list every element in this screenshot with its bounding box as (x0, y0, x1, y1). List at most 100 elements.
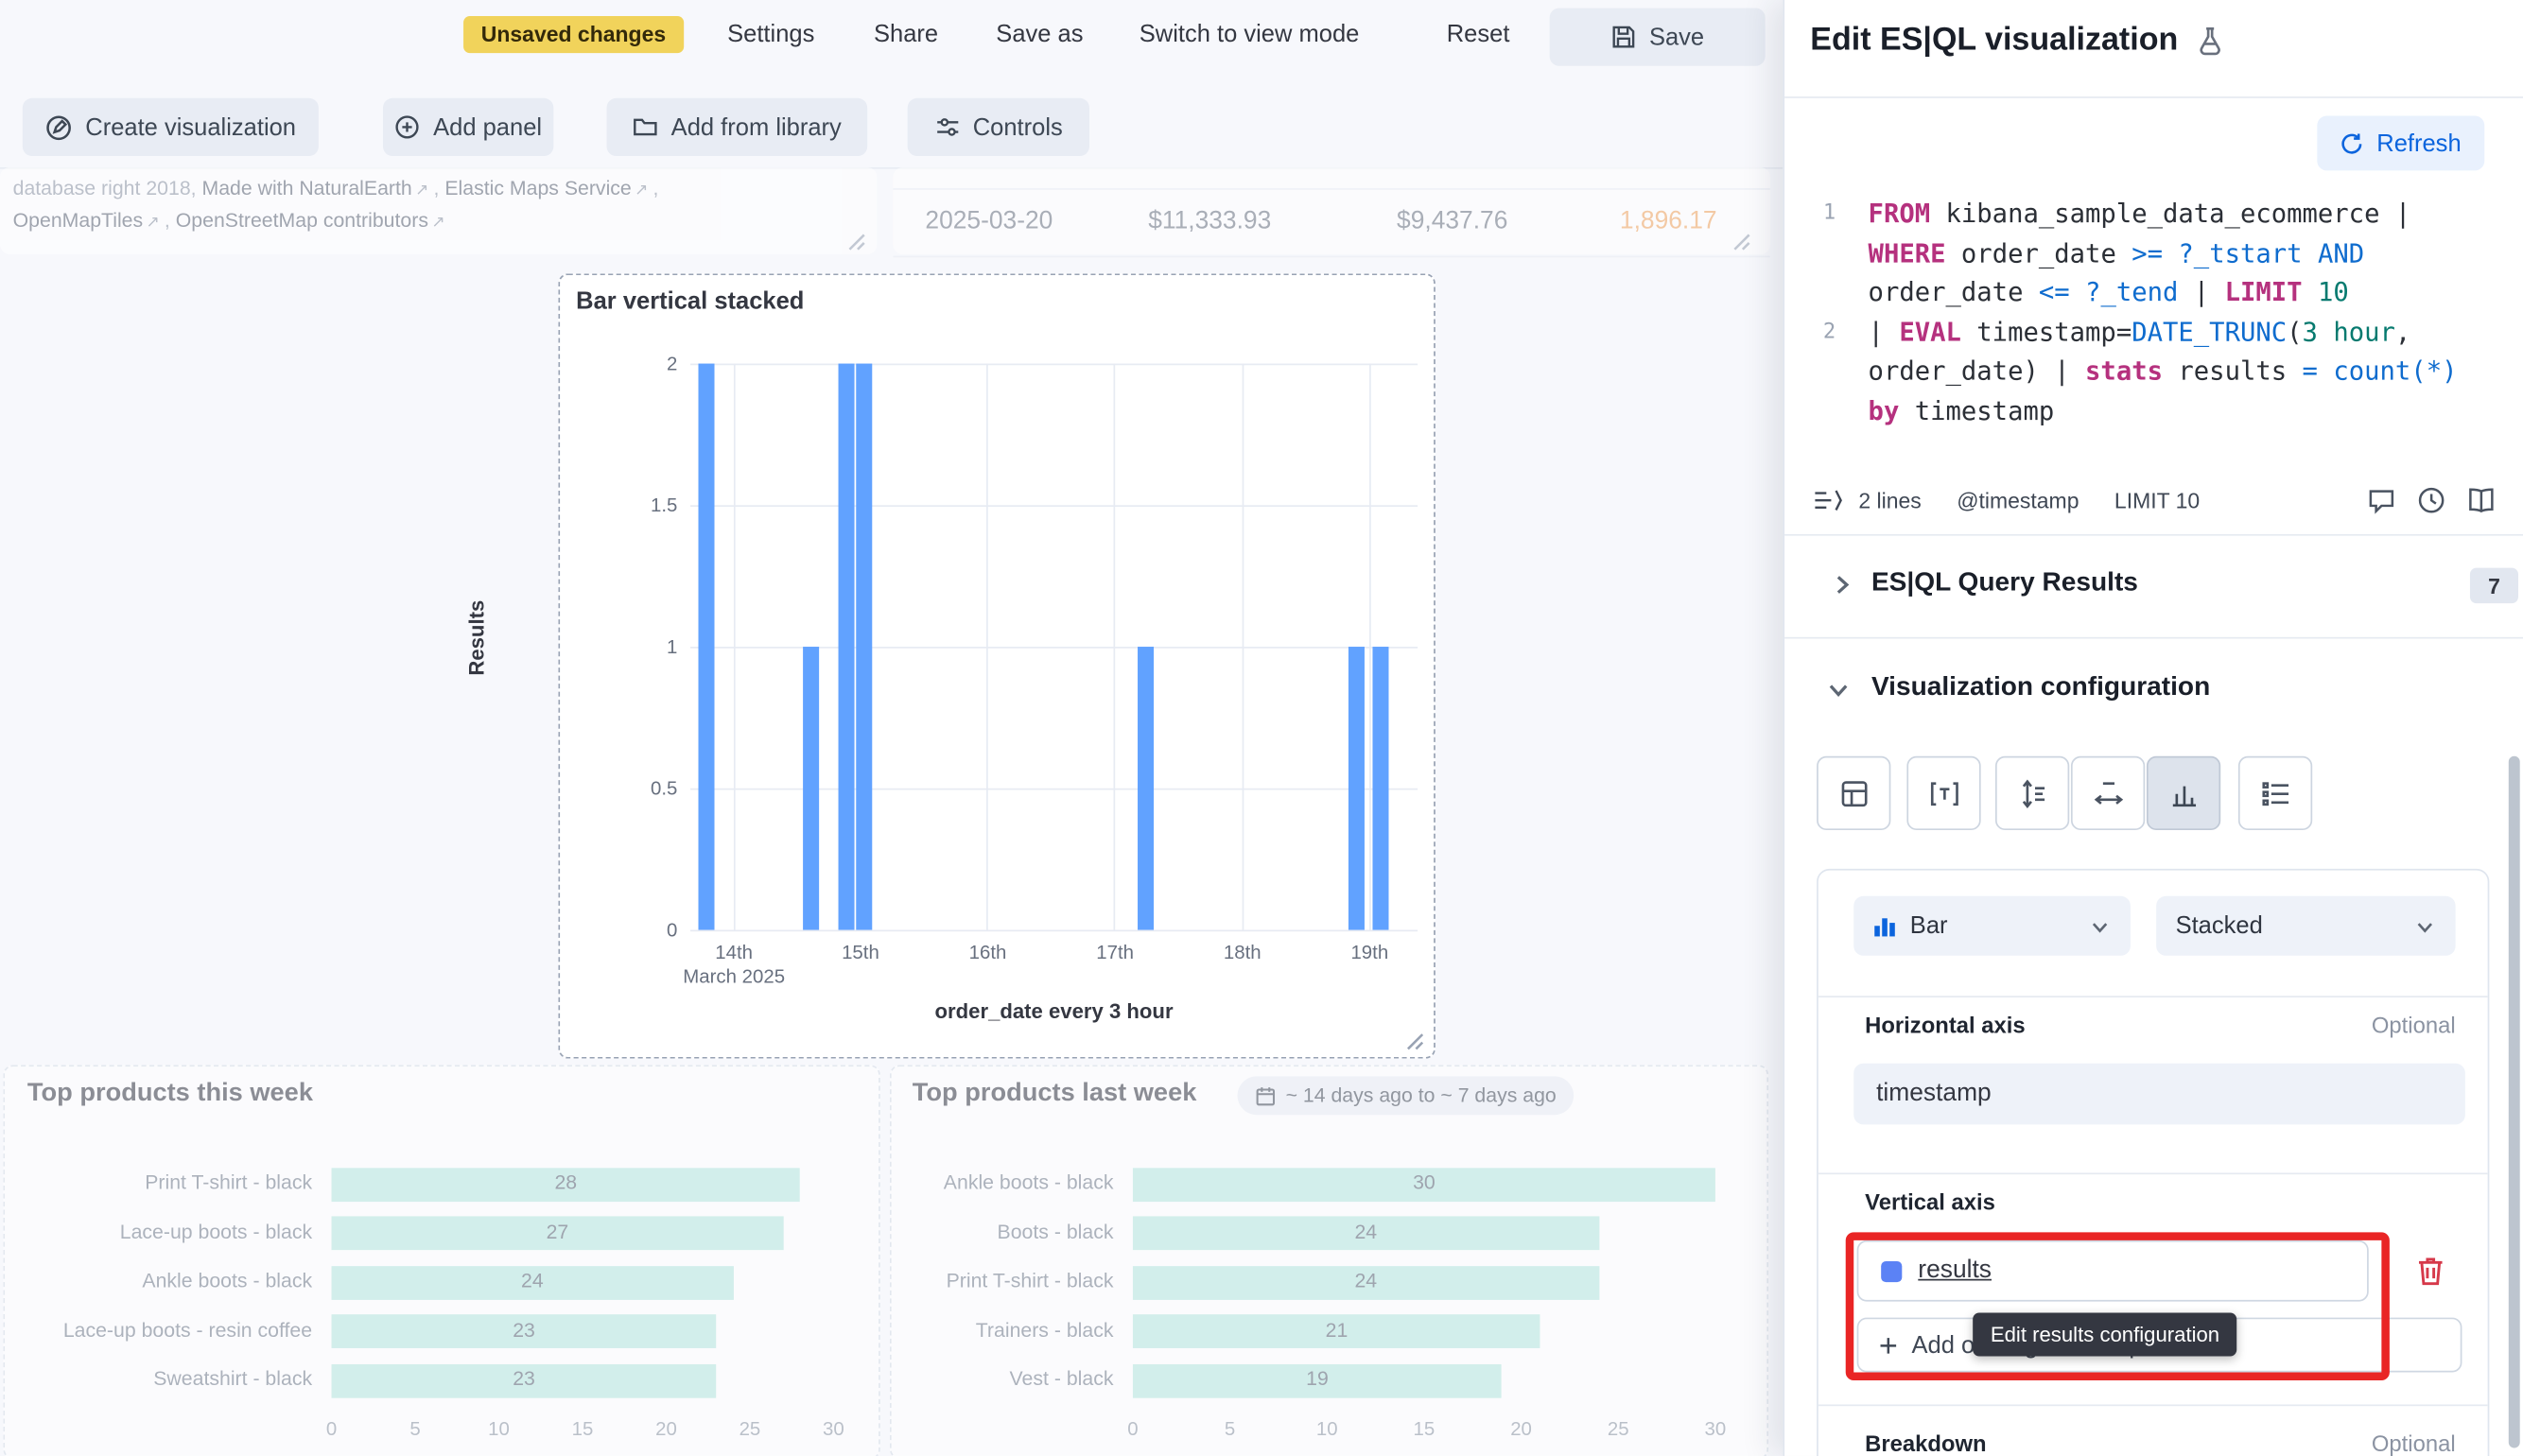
vertical-axis-label: Vertical axis (1865, 1188, 1995, 1214)
viz-config-section-header[interactable]: Visualization configuration (1784, 637, 2523, 743)
top-products-last-week-panel: Top products last week ~ 14 days ago to … (890, 1065, 1768, 1455)
panel-resize-handle[interactable] (1733, 230, 1751, 248)
save-button-label: Save (1649, 24, 1704, 51)
refresh-button[interactable]: Refresh (2317, 116, 2483, 171)
menu-switch-to-view-mode[interactable]: Switch to view mode (1140, 21, 1360, 48)
folder-icon (633, 114, 658, 140)
vertical-axis-dimension[interactable]: results (1857, 1240, 2369, 1302)
viz-style-button[interactable] (1817, 756, 1890, 830)
code-line: order_date) | stats results = count(*) (1810, 353, 2502, 392)
time-range-label: ~ 14 days ago to ~ 7 days ago (1286, 1084, 1557, 1107)
viz-settings-icon-row (1817, 756, 2493, 827)
plus-icon (1878, 1334, 1899, 1355)
viz-config-card: Bar Stacked Horizontal axis Optional tim… (1817, 869, 2489, 1456)
menu-share[interactable]: Share (874, 21, 938, 48)
calendar-icon (1255, 1085, 1276, 1106)
attribution-link[interactable]: Elastic Maps Service (444, 177, 631, 199)
category-label: Lace-up boots - resin coffee (5, 1319, 312, 1342)
add-panel-label: Add panel (433, 113, 542, 141)
chart-bar (839, 364, 855, 930)
horizontal-axis-value: timestamp (1876, 1080, 1992, 1109)
add-from-library-label: Add from library (671, 113, 842, 141)
attribution-link[interactable]: OpenMapTiles (13, 209, 144, 232)
value-label: 28 (332, 1171, 800, 1194)
left-axis-button[interactable] (1995, 756, 2069, 830)
query-results-label: ES|QL Query Results (1871, 568, 2138, 598)
menu-settings[interactable]: Settings (727, 21, 814, 48)
editor-line-count: 2 lines (1858, 488, 1921, 512)
chart-bar (1372, 647, 1388, 929)
edit-results-tooltip: Edit results configuration (1973, 1313, 2237, 1357)
delete-dimension-button[interactable] (2413, 1254, 2447, 1289)
panel-resize-handle[interactable] (848, 230, 866, 248)
create-visualization-button[interactable]: Create visualization (23, 98, 319, 156)
horizontal-axis-field[interactable]: timestamp (1853, 1064, 2465, 1125)
menu-reset[interactable]: Reset (1447, 21, 1510, 48)
x-tick-label: 14th (670, 941, 798, 963)
grid-line-v (733, 364, 735, 930)
controls-button[interactable]: Controls (908, 98, 1089, 156)
legend-settings-button[interactable] (2238, 756, 2312, 830)
refresh-label: Refresh (2376, 130, 2461, 157)
titles-text-button[interactable] (1906, 756, 1980, 830)
attribution-text: database right 2018, (13, 177, 202, 199)
plus-circle-icon (394, 114, 420, 140)
table-cell-taxful: $11,333.93 (1078, 208, 1271, 237)
attribution-link[interactable]: OpenStreetMap contributors (176, 209, 428, 232)
code-line: 1FROM kibana_sample_data_ecommerce | (1810, 195, 2502, 234)
value-label: 19 (1133, 1368, 1502, 1391)
edited-chart-panel[interactable]: Bar vertical stacked Results 00.511.5214… (558, 273, 1435, 1058)
attribution-text: , (165, 209, 176, 232)
menu-save-as[interactable]: Save as (996, 21, 1083, 48)
y-tick-label: 0 (619, 919, 677, 942)
current-axis-button[interactable] (2147, 756, 2220, 830)
esql-editor[interactable]: 1FROM kibana_sample_data_ecommerce |WHER… (1810, 195, 2502, 431)
flyout-scrollbar-thumb[interactable] (2509, 756, 2520, 1448)
x-tick-label: 15th (796, 941, 925, 963)
chevron-right-icon (1828, 571, 1855, 598)
category-label: Vest - black (892, 1368, 1114, 1391)
x-tick-label: 25 (725, 1417, 774, 1440)
chart-bar (1348, 647, 1365, 929)
time-range-badge: ~ 14 days ago to ~ 7 days ago (1238, 1076, 1575, 1115)
x-tick-label: 18th (1178, 941, 1307, 963)
viz-config-label: Visualization configuration (1871, 672, 2210, 702)
bottom-axis-button[interactable] (2071, 756, 2145, 830)
external-link-icon: ↗ (635, 182, 648, 199)
line-number (1810, 273, 1868, 313)
grid-line-h (690, 646, 1418, 648)
documentation-icon[interactable] (2467, 486, 2497, 515)
map-attribution-line1: database right 2018, Made with NaturalEa… (13, 177, 659, 199)
save-button[interactable]: Save (1550, 9, 1766, 66)
query-history-icon[interactable] (2417, 486, 2446, 515)
x-tick-label: 5 (391, 1417, 439, 1440)
attribution-link[interactable]: Made with NaturalEarth (201, 177, 411, 199)
query-results-count-badge: 7 (2470, 568, 2518, 603)
query-results-section-header[interactable]: ES|QL Query Results 7 (1784, 534, 2523, 637)
table-cell-date: 2025-03-20 (925, 208, 1053, 237)
external-link-icon: ↗ (415, 182, 428, 199)
stack-mode-select[interactable]: Stacked (2156, 896, 2455, 956)
results-field-link[interactable]: results (1918, 1257, 1992, 1286)
editor-timestamp-field: @timestamp (1957, 488, 2079, 512)
line-number (1810, 234, 1868, 274)
y-tick-label: 2 (619, 353, 677, 375)
x-tick-label: 10 (1303, 1417, 1351, 1440)
chart-type-select[interactable]: Bar (1853, 896, 2131, 956)
feedback-icon[interactable] (2367, 486, 2396, 515)
add-panel-button[interactable]: Add panel (383, 98, 553, 156)
y-axis-title: Results (464, 574, 489, 702)
grid-line-h (690, 504, 1418, 506)
x-tick-label: 15 (1400, 1417, 1448, 1440)
line-number (1810, 391, 1868, 431)
controls-label: Controls (973, 113, 1063, 141)
external-link-icon: ↗ (147, 214, 160, 232)
panel-resize-handle[interactable] (1406, 1030, 1424, 1048)
category-label: Trainers - black (892, 1319, 1114, 1342)
bar-chart-icon (1873, 914, 1898, 939)
flyout-title: Edit ES|QL visualization (1810, 23, 2178, 60)
add-from-library-button[interactable]: Add from library (607, 98, 868, 156)
x-axis-title: order_date every 3 hour (690, 999, 1418, 1024)
category-label: Sweatshirt - black (5, 1368, 312, 1391)
table-cell-taxless: $9,437.76 (1314, 208, 1507, 237)
